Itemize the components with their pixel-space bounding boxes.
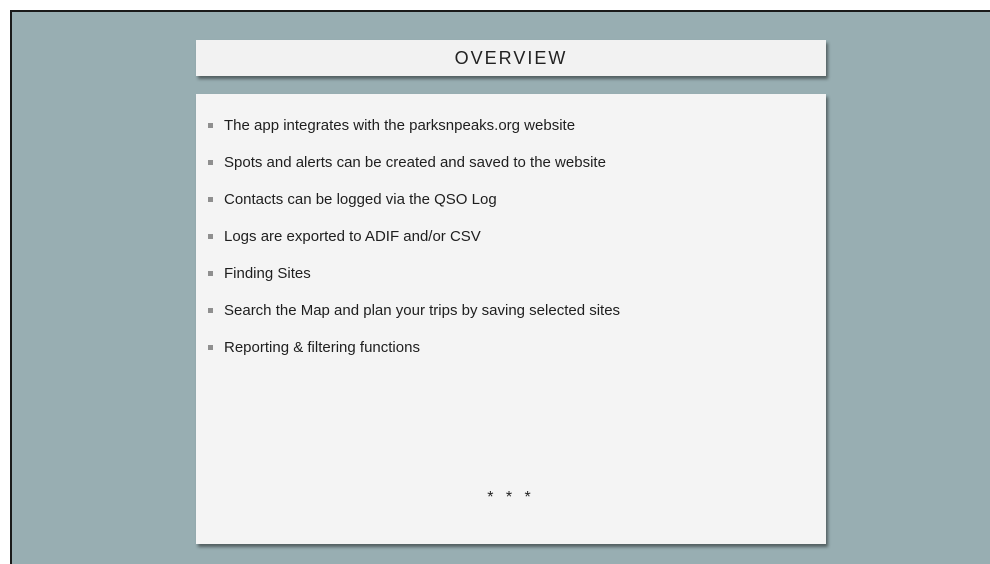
section-separator: * * * [487, 489, 535, 506]
bullet-text: The app integrates with the parksnpeaks.… [224, 117, 576, 134]
bullet-marker-icon [208, 345, 213, 350]
content-box: The app integrates with the parksnpeaks.… [196, 94, 826, 544]
bullet-item: Search the Map and plan your trips by sa… [206, 302, 816, 339]
bullet-text: Search the Map and plan your trips by sa… [224, 302, 621, 319]
bullet-text: Reporting & filtering functions [224, 339, 420, 356]
bullet-marker-icon [208, 271, 213, 276]
bullet-list: The app integrates with the parksnpeaks.… [206, 117, 816, 376]
bullet-item: Logs are exported to ADIF and/or CSV [206, 228, 816, 265]
bullet-item: Reporting & filtering functions [206, 339, 816, 376]
bullet-marker-icon [208, 308, 213, 313]
bullet-marker-icon [208, 123, 213, 128]
bullet-item: The app integrates with the parksnpeaks.… [206, 117, 816, 154]
bullet-item: Contacts can be logged via the QSO Log [206, 191, 816, 228]
bullet-text: Logs are exported to ADIF and/or CSV [224, 228, 481, 245]
bullet-item: Finding Sites [206, 265, 816, 302]
bullet-marker-icon [208, 234, 213, 239]
slide-title: OVERVIEW [454, 47, 568, 68]
title-box: OVERVIEW [196, 40, 826, 76]
bullet-text: Finding Sites [224, 265, 311, 282]
bullet-item: Spots and alerts can be created and save… [206, 154, 816, 191]
slide-background: OVERVIEW The app integrates with the par… [10, 10, 990, 564]
bullet-text: Spots and alerts can be created and save… [224, 154, 606, 171]
bullet-marker-icon [208, 160, 213, 165]
bullet-text: Contacts can be logged via the QSO Log [224, 191, 497, 208]
bullet-marker-icon [208, 197, 213, 202]
